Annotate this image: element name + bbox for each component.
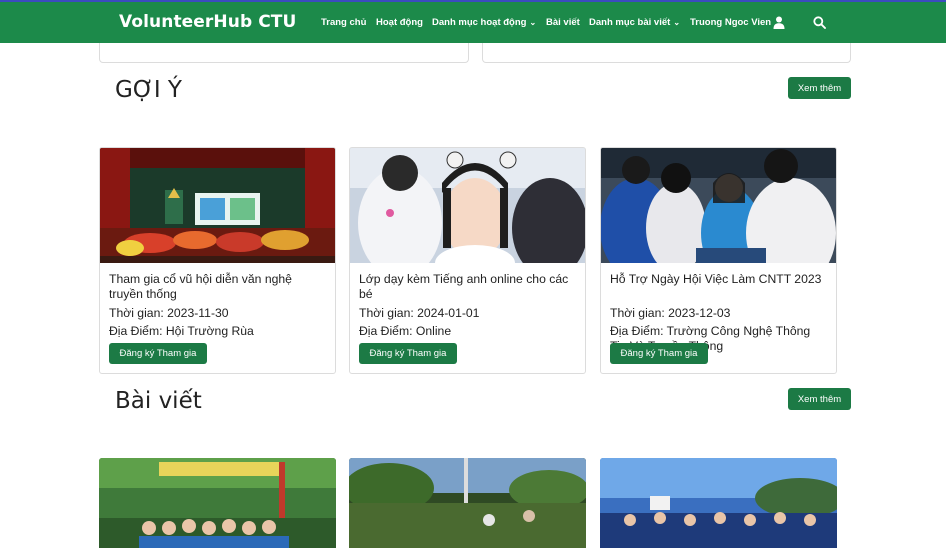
nav-item-label: Bài viết [546, 17, 580, 28]
activity-card[interactable]: Lớp dạy kèm Tiếng anh online cho các bé … [349, 147, 586, 374]
nav-item-label: Danh mục hoạt động [432, 17, 527, 28]
activity-title: Tham gia cổ vũ hội diễn văn nghệ truyền … [109, 272, 292, 301]
nav-item-posts[interactable]: Bài viết [546, 17, 580, 28]
section-title-posts: Bài viết [115, 388, 202, 414]
register-button[interactable]: Đăng ký Tham gia [359, 343, 457, 364]
user-name: Truong Ngoc Vien [690, 17, 772, 28]
previous-card-bottom [482, 43, 851, 63]
activity-time: Thời gian: 2024-01-01 [359, 306, 480, 320]
navbar: VolunteerHub CTU Trang chủ Hoạt động Dan… [0, 2, 946, 43]
activity-time: Thời gian: 2023-11-30 [109, 306, 229, 320]
nav-item-activities[interactable]: Hoạt động [376, 17, 423, 28]
nav-item-post-categories[interactable]: Danh mục bài viết ⌄ [589, 17, 680, 28]
post-card-image[interactable] [349, 458, 586, 548]
chevron-down-icon: ⌄ [529, 18, 537, 27]
nav-item-activity-categories[interactable]: Danh mục hoạt động ⌄ [432, 17, 536, 28]
previous-card-bottom [99, 43, 469, 63]
activity-card[interactable]: Tham gia cổ vũ hội diễn văn nghệ truyền … [99, 147, 336, 374]
activity-image [350, 148, 585, 263]
post-card-image[interactable] [99, 458, 336, 548]
search-icon[interactable] [813, 16, 826, 29]
see-more-button[interactable]: Xem thêm [788, 388, 851, 410]
activity-time: Thời gian: 2023-12-03 [610, 306, 731, 320]
brand-logo[interactable]: VolunteerHub CTU [119, 12, 296, 32]
section-title-suggest: GỢI Ý [115, 77, 182, 103]
activity-image [100, 148, 335, 263]
nav-item-user[interactable]: Truong Ngoc Vien [690, 17, 771, 28]
activity-place: Địa Điểm: Hội Trường Rùa [109, 324, 254, 338]
activity-card[interactable]: Hỗ Trợ Ngày Hội Việc Làm CNTT 2023 Thời … [600, 147, 837, 374]
see-more-button[interactable]: Xem thêm [788, 77, 851, 99]
nav-item-label: Trang chủ [321, 17, 367, 28]
nav-item-label: Danh mục bài viết [589, 17, 671, 28]
activity-place: Địa Điểm: Online [359, 324, 452, 338]
post-card-image[interactable] [600, 458, 837, 548]
chevron-down-icon: ⌄ [673, 18, 681, 27]
nav-item-label: Hoạt động [376, 17, 423, 28]
activity-image [601, 148, 836, 263]
activity-title: Hỗ Trợ Ngày Hội Việc Làm CNTT 2023 [610, 272, 822, 286]
nav-item-home[interactable]: Trang chủ [321, 17, 366, 28]
register-button[interactable]: Đăng ký Tham gia [610, 343, 708, 364]
register-button[interactable]: Đăng ký Tham gia [109, 343, 207, 364]
activity-title: Lớp dạy kèm Tiếng anh online cho các bé [359, 272, 569, 301]
user-icon[interactable] [773, 16, 785, 29]
